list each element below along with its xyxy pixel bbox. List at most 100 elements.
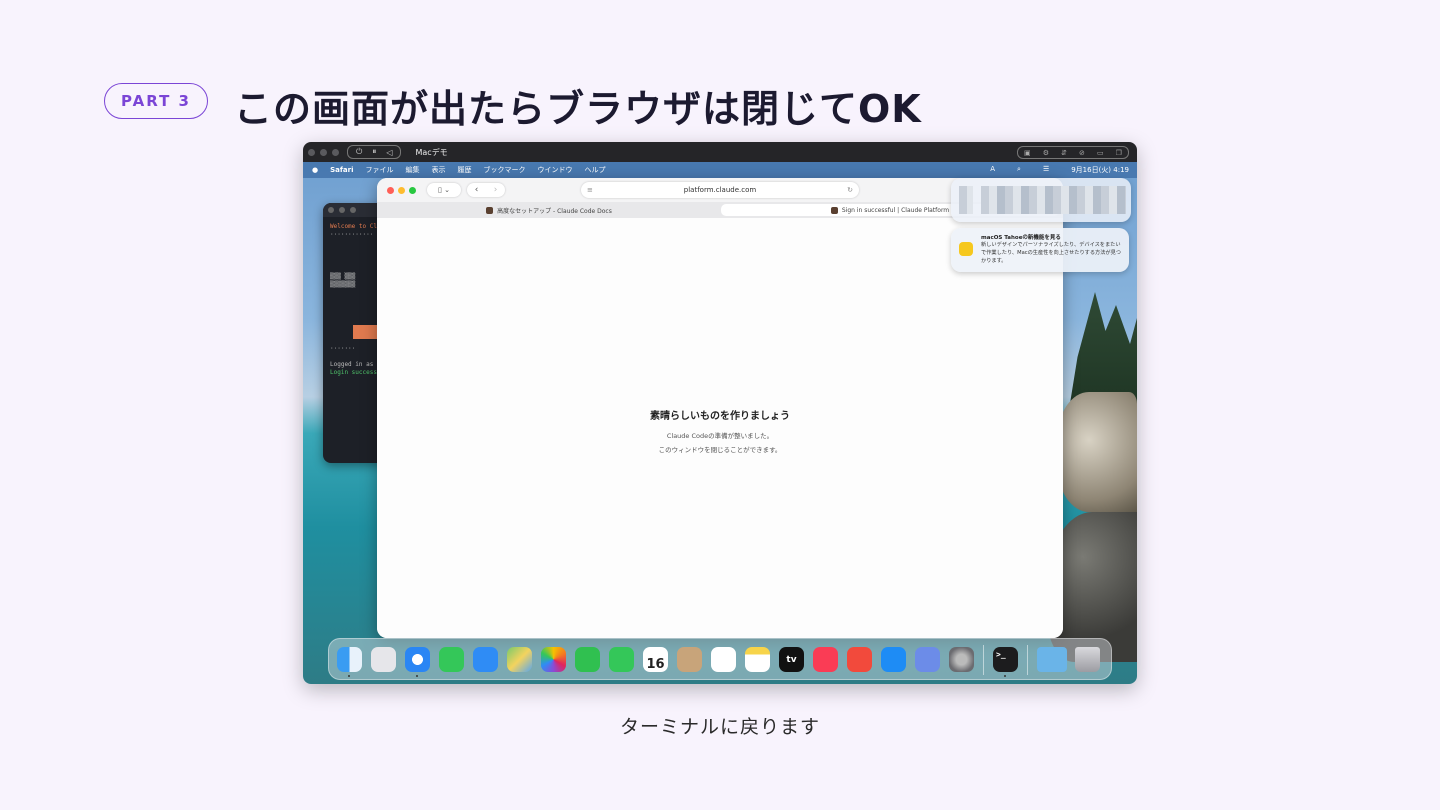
url-text: platform.claude.com [683,186,757,194]
maps-icon[interactable] [507,647,532,672]
page-text: このウィンドウを閉じることができます。 [658,446,782,454]
favicon-icon [486,206,494,214]
menu-item-history[interactable]: 履歴 [458,165,472,175]
spotlight-icon[interactable]: ⌕ [1017,165,1021,175]
terminal-line: Logged in as [330,361,374,368]
reminders-icon[interactable] [711,647,736,672]
vm-window-bar: ⏻ ⏸ ◁ Macデモ ▣ ⚙ ⇵ ⊘ ▭ ❐ [303,142,1137,162]
back-icon[interactable]: ◁ [386,148,392,157]
menubar-clock[interactable]: 9月16日(火) 4:19 [1071,165,1129,175]
finder-icon[interactable] [337,647,362,672]
pause-icon[interactable]: ⏸ [372,147,376,157]
favicon-icon [830,206,838,214]
phone-icon[interactable] [609,647,634,672]
page-text: Claude Codeの準備が整いました。 [666,432,774,440]
address-bar[interactable]: ≡ platform.claude.com ↻ [581,182,859,198]
terminal-line: Welcome to Cl [330,223,377,230]
iphone-mirroring-icon[interactable] [915,647,940,672]
notification-title: macOS Tahoeの新機能を見る [981,235,1061,241]
dock-separator [1027,645,1028,675]
page-heading: 素晴らしいものを作りましょう [650,411,790,422]
notes-icon[interactable] [745,647,770,672]
sidebar-toggle-button[interactable]: ▯ ⌄ [427,183,461,197]
running-indicator [1004,675,1006,677]
desktop: ● Safari ファイル 編集 表示 履歴 ブックマーク ウインドウ ヘルプ … [303,162,1137,684]
close-button[interactable] [387,187,394,194]
terminal-line: Login success [330,369,377,376]
close-button[interactable] [328,207,334,213]
blurred-content [981,186,1126,214]
reload-icon[interactable]: ↻ [847,186,853,194]
usb-icon[interactable]: ⇵ [1061,149,1067,157]
running-indicator [416,675,418,677]
messages-icon[interactable] [439,647,464,672]
photos-icon[interactable] [541,647,566,672]
vm-zoom-button[interactable] [332,148,339,156]
input-source-indicator[interactable]: A [990,165,995,175]
minimize-button[interactable] [339,207,345,213]
share-icon[interactable]: ⊘ [1079,149,1085,157]
wrench-icon[interactable]: ⚙ [1043,149,1049,157]
menu-item-edit[interactable]: 編集 [406,165,420,175]
slide-title: この画面が出たらブラウザは閉じてOK [234,87,922,131]
menu-app-name[interactable]: Safari [330,166,353,174]
system-settings-icon[interactable] [949,647,974,672]
vm-title: Macデモ [415,147,448,157]
menu-item-window[interactable]: ウインドウ [538,165,573,175]
terminal-art: ▒▒▒▒▒▒▒ [330,281,356,288]
macos-menubar: ● Safari ファイル 編集 表示 履歴 ブックマーク ウインドウ ヘルプ … [303,162,1137,178]
vm-toolbar-right[interactable]: ▣ ⚙ ⇵ ⊘ ▭ ❐ [1017,146,1129,159]
page-settings-icon[interactable]: ≡ [587,186,593,194]
tips-bulb-icon [959,242,973,256]
zoom-button[interactable] [350,207,356,213]
menu-item-file[interactable]: ファイル [366,165,394,175]
dock: 16 tv >_ [328,638,1112,680]
zoom-button[interactable] [409,187,416,194]
launchpad-icon[interactable] [371,647,396,672]
mac-screenshot: ⏻ ⏸ ◁ Macデモ ▣ ⚙ ⇵ ⊘ ▭ ❐ ● Safari ファイル 編集… [303,142,1137,684]
slide-caption: ターミナルに戻ります [619,716,820,738]
terminal-divider: ······· [330,345,356,352]
power-icon[interactable]: ⏻ [356,147,362,157]
calendar-icon[interactable]: 16 [643,647,668,672]
running-indicator [348,675,350,677]
music-icon[interactable] [813,647,838,672]
notification-blurred[interactable] [951,178,1131,222]
notification-body: 新しいデザインでパーソナライズしたり、デバイスをまたいで作業したり、Macの生産… [981,242,1121,264]
contacts-icon[interactable] [677,647,702,672]
tv-icon[interactable]: tv [779,647,804,672]
folder-icon[interactable]: ▭ [1097,149,1104,157]
nav-buttons[interactable]: ‹ › [467,183,505,197]
apple-icon[interactable]: ● [312,166,318,174]
info-icon[interactable]: ▣ [1024,149,1031,157]
part-badge: PART 3 [104,83,208,119]
tab-docs[interactable]: 高度なセットアップ - Claude Code Docs [381,204,717,216]
window-icon[interactable]: ❐ [1116,149,1122,157]
menu-item-bookmarks[interactable]: ブックマーク [484,165,526,175]
app-store-icon[interactable] [881,647,906,672]
notification-tips[interactable]: macOS Tahoeの新機能を見る 新しいデザインでパーソナライズしたり、デバ… [951,228,1129,272]
trash-icon[interactable] [1075,647,1100,672]
safari-icon[interactable] [405,647,430,672]
back-icon[interactable]: ‹ [475,185,479,195]
terminal-art: ▒▒▒ ▒▒▒ [330,273,356,280]
terminal-divider: ············ [330,231,374,238]
vm-minimize-button[interactable] [320,148,327,156]
sidebar-icon: ▯ ⌄ [438,186,450,194]
menu-item-help[interactable]: ヘルプ [585,165,606,175]
blurred-app-icon [959,186,973,214]
terminal-icon[interactable]: >_ [993,647,1018,672]
mail-icon[interactable] [473,647,498,672]
menu-item-view[interactable]: 表示 [432,165,446,175]
facetime-icon[interactable] [575,647,600,672]
control-center-icon[interactable]: ☰ [1043,165,1049,175]
forward-icon[interactable]: › [494,185,498,195]
rocket-icon[interactable] [847,647,872,672]
downloads-folder-icon[interactable] [1037,647,1067,672]
vm-close-button[interactable] [308,148,315,156]
minimize-button[interactable] [398,187,405,194]
page-content: 素晴らしいものを作りましょう Claude Codeの準備が整いました。 このウ… [377,218,1063,638]
dock-separator [983,645,984,675]
wallpaper-rock [1057,392,1137,512]
vm-controls[interactable]: ⏻ ⏸ ◁ [347,145,402,159]
